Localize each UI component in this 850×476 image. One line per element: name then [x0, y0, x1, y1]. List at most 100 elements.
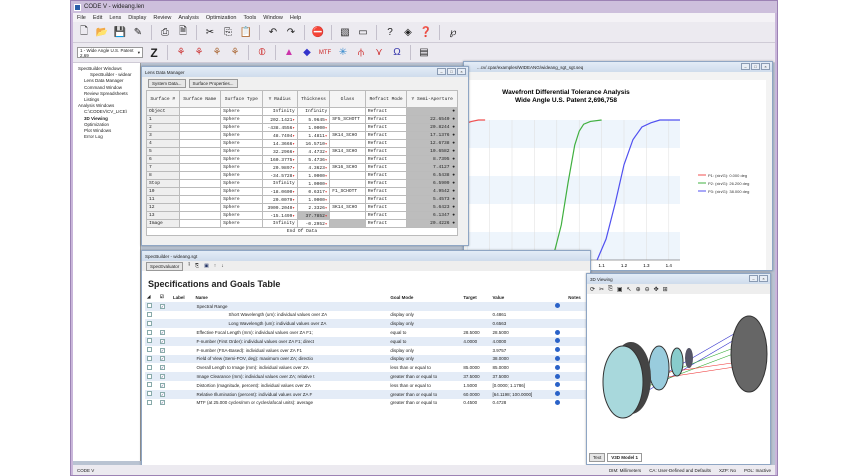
cell[interactable]: Infinity — [261, 219, 298, 228]
cell[interactable]: Refract — [364, 115, 408, 124]
info-icon[interactable] — [555, 355, 561, 361]
cell[interactable]: 6.5438 ● — [406, 171, 458, 180]
arrow-down-icon[interactable]: ↓ — [221, 263, 224, 269]
cell[interactable]: Sphere — [220, 123, 263, 132]
cell[interactable]: -15.1499▾ — [261, 211, 298, 220]
minimize-button[interactable]: – — [749, 275, 758, 282]
configuration-select[interactable]: 1 - Wide Angle U.S. Patent 2,69 ▾ — [77, 47, 143, 58]
zoom-button[interactable]: Z — [147, 46, 161, 60]
cell[interactable] — [178, 123, 222, 132]
target-cell[interactable]: 60.0000 — [461, 389, 491, 399]
spec-row[interactable]: ✓ Field of View (Semi-FOV, deg): maximum … — [145, 354, 590, 364]
column-header[interactable]: Surface Name — [178, 90, 222, 108]
menu-display[interactable]: Display — [128, 15, 146, 21]
info-cell[interactable] — [553, 389, 567, 399]
cell[interactable]: 16.5710▾ — [296, 139, 331, 148]
name-cell[interactable]: Overall Length to Image (mm): individual… — [193, 363, 388, 372]
column-header-goal-mode[interactable]: Goal Mode — [388, 293, 461, 302]
target-cell[interactable]: 1.5000 — [461, 381, 490, 390]
row-checkbox[interactable] — [147, 329, 152, 335]
label-cell[interactable] — [170, 372, 194, 381]
undo-icon[interactable]: ↶ — [266, 25, 280, 39]
row-handle[interactable] — [145, 336, 158, 346]
cell[interactable]: 12.6738 ● — [406, 139, 458, 148]
label-cell[interactable] — [170, 301, 194, 311]
open-folder-icon[interactable]: 📂 — [95, 25, 109, 39]
row-checkbox[interactable] — [147, 382, 152, 388]
cell[interactable]: Sphere — [220, 187, 263, 196]
info-cell[interactable] — [553, 328, 566, 337]
name-cell[interactable]: Short Wavelength (um): individual values… — [193, 311, 388, 320]
row-handle[interactable] — [145, 381, 158, 390]
value-cell[interactable]: 4.0000 — [490, 336, 554, 346]
cell[interactable]: -438.4556▾ — [261, 123, 298, 132]
enabled-checkbox[interactable]: ✓ — [159, 400, 165, 406]
name-cell[interactable]: MTF (at 25.000 cycles/mm or cycles/afoca… — [193, 399, 388, 408]
spec-row[interactable]: Long Wavelength (um): individual values … — [145, 319, 590, 329]
cell[interactable]: 17.1376 ● — [406, 131, 458, 140]
enable-cell[interactable]: ✓ — [157, 301, 171, 311]
cell[interactable]: 13 — [146, 211, 180, 220]
cell[interactable]: 3 — [146, 131, 180, 140]
cell[interactable] — [178, 155, 222, 164]
mode-cell[interactable] — [388, 301, 462, 311]
enable-cell[interactable] — [158, 311, 171, 320]
cell[interactable]: -18.0600▾ — [261, 187, 298, 196]
cell[interactable] — [329, 179, 366, 188]
cell[interactable]: 1 — [146, 115, 180, 124]
cell[interactable]: 1.0000▾ — [296, 171, 331, 180]
cell[interactable]: Refract — [364, 147, 408, 156]
enabled-checkbox[interactable]: ✓ — [159, 347, 165, 353]
listing-icon[interactable]: ▤ — [417, 46, 431, 60]
cell[interactable]: 48.7404▾ — [261, 131, 298, 140]
save-icon[interactable]: ▣ — [204, 263, 209, 269]
enabled-checkbox[interactable]: ✓ — [159, 365, 165, 371]
cell[interactable]: Refract — [364, 219, 408, 228]
enabled-checkbox[interactable]: ✓ — [159, 374, 165, 380]
enable-cell[interactable]: ✓ — [157, 389, 171, 399]
name-cell[interactable]: Image Clearance (mm): individual values … — [193, 372, 389, 381]
cell[interactable]: 7 — [146, 163, 180, 172]
target-cell[interactable] — [461, 346, 490, 355]
target-cell[interactable]: 0.4500 — [461, 399, 490, 408]
spec-row[interactable]: ✓ MTF (at 25.000 cycles/mm or cycles/afoc… — [145, 399, 590, 408]
cell[interactable]: 2.3326▾ — [296, 203, 331, 212]
zoom-out-icon[interactable]: ⊖ — [645, 286, 650, 293]
cell[interactable]: 1.0000▾ — [296, 179, 331, 188]
spec-row[interactable]: ✓ Image Clearance (mm): individual values… — [145, 372, 590, 381]
enable-cell[interactable]: ✓ — [158, 346, 171, 355]
close-button[interactable]: × — [457, 68, 466, 75]
name-cell[interactable]: Spectral Range — [193, 301, 389, 311]
label-cell[interactable] — [171, 311, 194, 320]
cell[interactable]: 10 — [146, 187, 180, 196]
column-header[interactable]: Surface # — [146, 90, 180, 108]
enable-cell[interactable]: ✓ — [158, 381, 171, 390]
view-icon[interactable]: ▧ — [338, 25, 352, 39]
cell[interactable]: 14.3666▾ — [261, 139, 298, 148]
tolerance-icon[interactable]: ⚘ — [174, 46, 188, 60]
name-cell[interactable]: Effective Focal Length (mm): individual … — [193, 328, 388, 337]
cell[interactable]: 1.4811▾ — [296, 131, 331, 140]
label-cell[interactable] — [171, 363, 194, 372]
cell[interactable]: 6.5909 ● — [406, 179, 458, 188]
menu-analysis[interactable]: Analysis — [178, 15, 198, 21]
cell[interactable]: 20.4226 ● — [406, 219, 458, 228]
value-cell[interactable]: 0.4861 — [491, 311, 554, 320]
mode-cell[interactable]: display only — [388, 346, 461, 355]
arrow-up-icon[interactable]: ↑ — [214, 263, 217, 269]
spec-row[interactable]: ✓ Effective Focal Length (mm): individual… — [145, 328, 590, 337]
info-cell[interactable] — [553, 346, 566, 355]
cell[interactable]: 2 — [146, 123, 180, 132]
psf-icon[interactable]: ✳ — [336, 46, 350, 60]
enabled-checkbox[interactable]: ✓ — [159, 330, 165, 336]
info-cell[interactable] — [553, 301, 567, 311]
menu-lens[interactable]: Lens — [109, 15, 121, 21]
column-header-value[interactable]: Value — [491, 293, 554, 302]
cell[interactable] — [178, 171, 222, 180]
label-cell[interactable] — [171, 399, 194, 408]
help-icon[interactable]: ? — [383, 25, 397, 39]
enabled-checkbox[interactable]: ✓ — [159, 382, 165, 388]
footprint-icon[interactable]: Ω — [390, 46, 404, 60]
cell[interactable]: Sphere — [220, 203, 263, 212]
cell[interactable]: 12 — [146, 203, 180, 212]
